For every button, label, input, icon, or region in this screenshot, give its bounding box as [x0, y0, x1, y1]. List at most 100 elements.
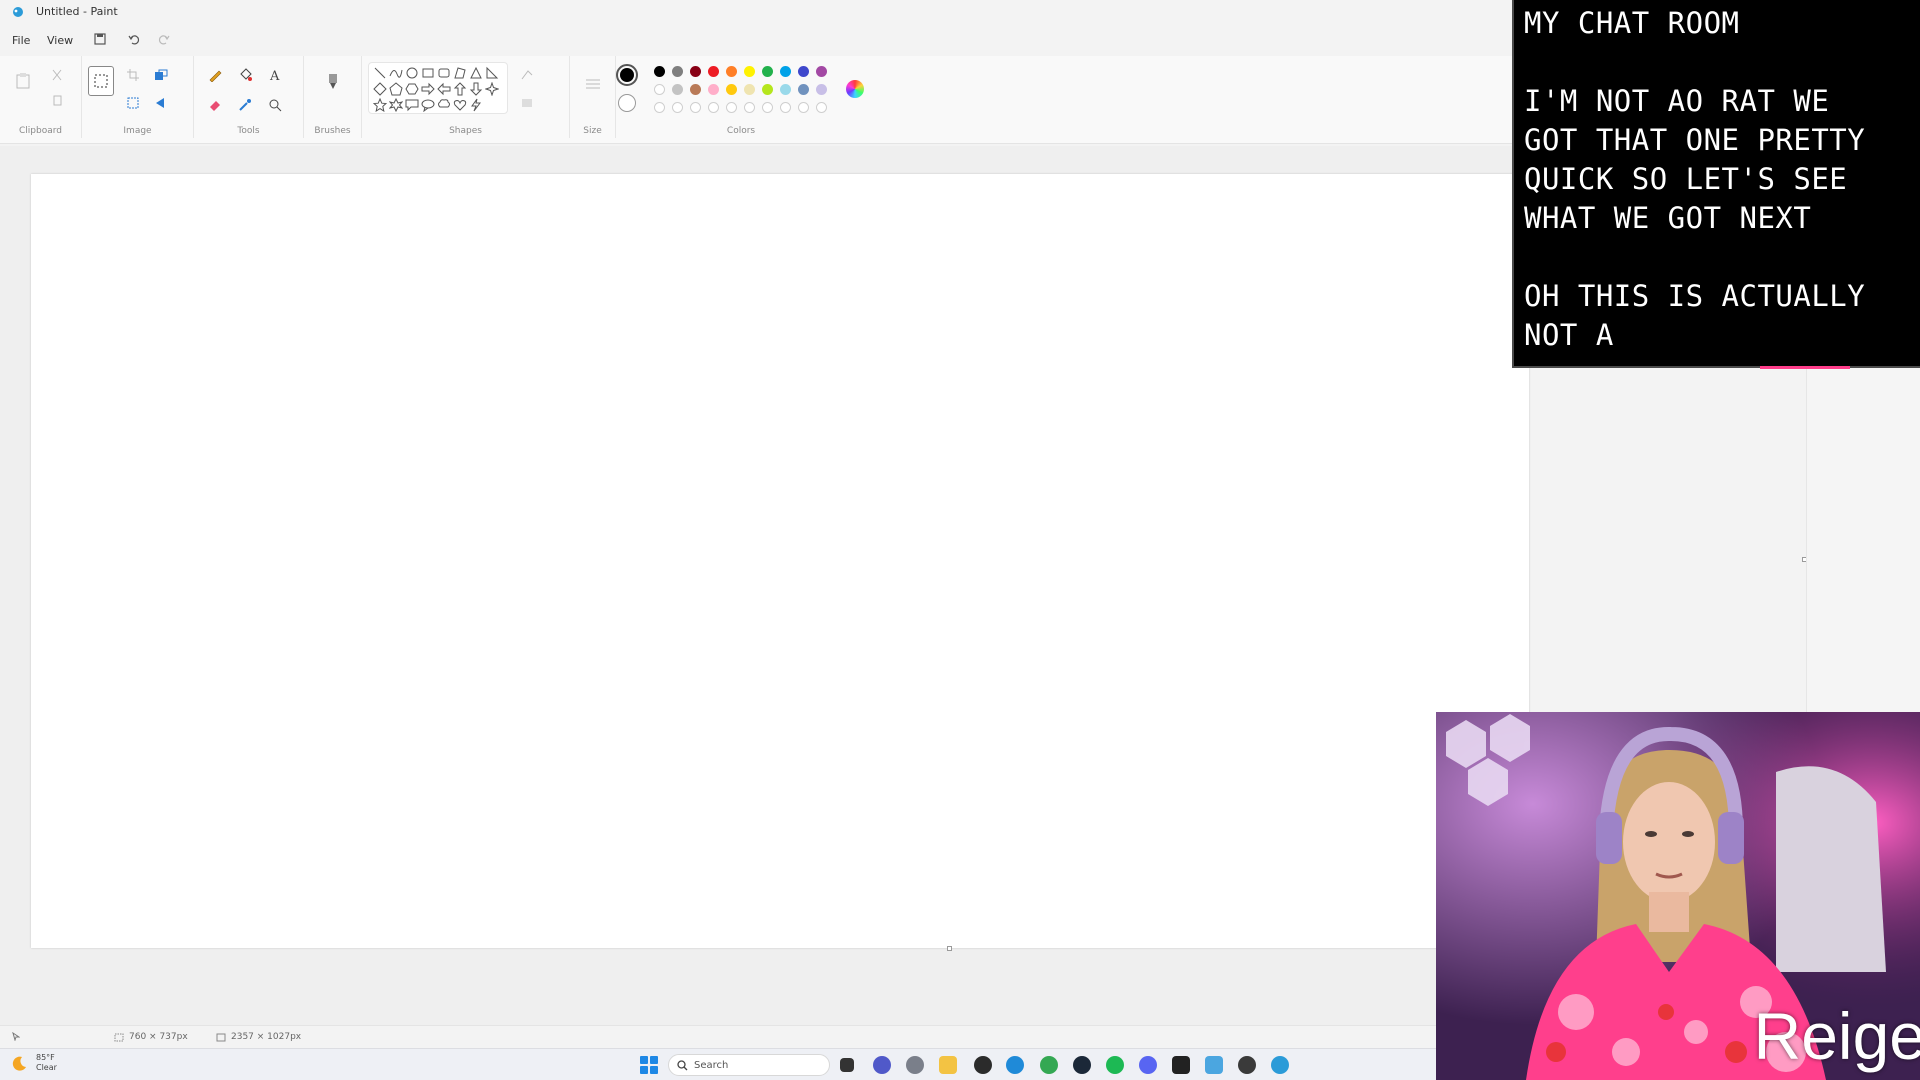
weather-widget[interactable]: 85°F Clear [12, 1053, 57, 1073]
outline-icon[interactable] [516, 64, 538, 86]
select-all-icon[interactable] [122, 92, 144, 114]
right-arrow-shape-icon[interactable] [421, 82, 435, 96]
size-group: Size [570, 56, 616, 138]
edit-colors-icon[interactable] [846, 80, 864, 98]
palette-swatch[interactable] [816, 66, 827, 77]
palette-swatch[interactable] [654, 66, 665, 77]
resize-icon[interactable] [150, 64, 172, 86]
palette-swatch[interactable] [744, 84, 755, 95]
palette-swatch[interactable] [654, 84, 665, 95]
oval-shape-icon[interactable] [405, 66, 419, 80]
rect-callout-shape-icon[interactable] [405, 98, 419, 112]
primary-color-swatch[interactable] [616, 64, 638, 86]
task-view-icon[interactable] [840, 1058, 854, 1072]
palette-swatch[interactable] [708, 84, 719, 95]
palette-swatch[interactable] [708, 66, 719, 77]
fill-icon[interactable] [234, 64, 256, 86]
palette-swatch[interactable] [816, 84, 827, 95]
brush-icon[interactable] [322, 70, 344, 92]
palette-swatch[interactable] [672, 84, 683, 95]
custom-color-slot[interactable] [654, 102, 665, 113]
redo-icon[interactable] [154, 29, 174, 49]
obs-icon[interactable] [974, 1056, 992, 1074]
file-explorer-icon[interactable] [939, 1056, 957, 1074]
pencil-icon[interactable] [204, 64, 226, 86]
custom-color-slot[interactable] [708, 102, 719, 113]
custom-color-slot[interactable] [816, 102, 827, 113]
palette-swatch[interactable] [726, 66, 737, 77]
app-icon-dark[interactable] [1238, 1056, 1256, 1074]
chrome-icon[interactable] [1040, 1056, 1058, 1074]
taskbar-search[interactable]: Search [668, 1054, 830, 1076]
triangle-shape-icon[interactable] [469, 66, 483, 80]
copy-icon[interactable] [46, 90, 68, 112]
up-arrow-shape-icon[interactable] [453, 82, 467, 96]
right-triangle-shape-icon[interactable] [485, 66, 499, 80]
magnifier-icon[interactable] [264, 94, 286, 116]
custom-color-slot[interactable] [672, 102, 683, 113]
caption-line: MY CHAT ROOM [1524, 6, 1740, 40]
palette-swatch[interactable] [690, 84, 701, 95]
paste-icon[interactable] [12, 70, 34, 92]
rectangle-shape-icon[interactable] [421, 66, 435, 80]
undo-icon[interactable] [124, 29, 144, 49]
palette-swatch[interactable] [762, 84, 773, 95]
edge-icon[interactable] [1006, 1056, 1024, 1074]
color-picker-icon[interactable] [234, 94, 256, 116]
palette-swatch[interactable] [744, 66, 755, 77]
settings-icon[interactable] [906, 1056, 924, 1074]
rounded-rectangle-shape-icon[interactable] [437, 66, 451, 80]
custom-color-slot[interactable] [726, 102, 737, 113]
polygon-shape-icon[interactable] [453, 66, 467, 80]
secondary-color-swatch[interactable] [618, 94, 636, 112]
custom-color-slot[interactable] [798, 102, 809, 113]
steam-icon[interactable] [1073, 1056, 1091, 1074]
eraser-icon[interactable] [204, 94, 226, 116]
spotify-icon[interactable] [1106, 1056, 1124, 1074]
terminal-icon[interactable] [1172, 1056, 1190, 1074]
drawing-canvas[interactable] [31, 174, 1529, 951]
cloud-callout-shape-icon[interactable] [437, 98, 451, 112]
palette-swatch[interactable] [780, 84, 791, 95]
notepad-icon[interactable] [1205, 1056, 1223, 1074]
palette-swatch[interactable] [690, 66, 701, 77]
rotate-icon[interactable] [150, 92, 172, 114]
palette-swatch[interactable] [780, 66, 791, 77]
select-icon[interactable] [88, 66, 114, 96]
crop-icon[interactable] [122, 64, 144, 86]
heart-shape-icon[interactable] [453, 98, 467, 112]
size-icon[interactable] [582, 74, 604, 96]
custom-color-slot[interactable] [780, 102, 791, 113]
menu-view[interactable]: View [47, 34, 73, 47]
save-icon[interactable] [90, 29, 110, 49]
palette-swatch[interactable] [726, 84, 737, 95]
custom-color-slot[interactable] [762, 102, 773, 113]
pentagon-shape-icon[interactable] [389, 82, 403, 96]
palette-swatch[interactable] [798, 84, 809, 95]
line-shape-icon[interactable] [373, 66, 387, 80]
text-icon[interactable]: A [264, 64, 286, 86]
custom-color-slot[interactable] [744, 102, 755, 113]
palette-swatch[interactable] [762, 66, 773, 77]
menu-file[interactable]: File [12, 34, 30, 47]
palette-swatch[interactable] [672, 66, 683, 77]
start-button[interactable] [640, 1056, 658, 1074]
chat-icon[interactable] [873, 1056, 891, 1074]
oval-callout-shape-icon[interactable] [421, 98, 435, 112]
lightning-shape-icon[interactable] [469, 98, 483, 112]
paint-taskbar-icon[interactable] [1271, 1056, 1289, 1074]
diamond-shape-icon[interactable] [373, 82, 387, 96]
left-arrow-shape-icon[interactable] [437, 82, 451, 96]
hexagon-shape-icon[interactable] [405, 82, 419, 96]
down-arrow-shape-icon[interactable] [469, 82, 483, 96]
curve-shape-icon[interactable] [389, 66, 403, 80]
five-point-star-shape-icon[interactable] [373, 98, 387, 112]
cut-icon[interactable] [46, 64, 68, 86]
discord-icon[interactable] [1139, 1056, 1157, 1074]
custom-color-slot[interactable] [690, 102, 701, 113]
canvas-resize-handle[interactable] [947, 946, 952, 951]
palette-swatch[interactable] [798, 66, 809, 77]
fill-style-icon[interactable] [516, 92, 538, 114]
four-point-star-shape-icon[interactable] [485, 82, 499, 96]
six-point-star-shape-icon[interactable] [389, 98, 403, 112]
